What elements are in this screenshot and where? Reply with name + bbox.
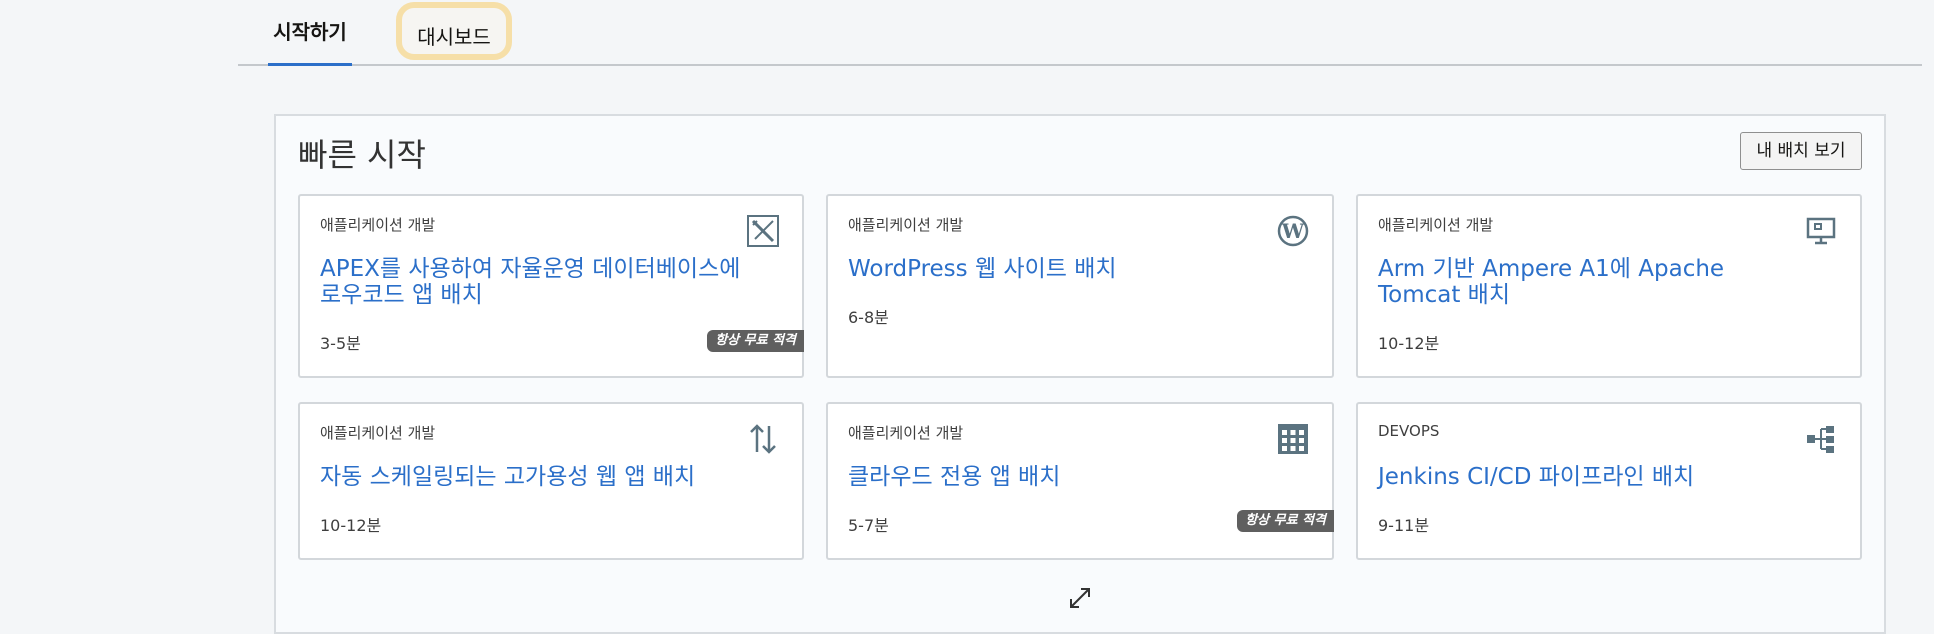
- card-title[interactable]: WordPress 웹 사이트 배치: [848, 256, 1278, 282]
- card-duration: 6-8분: [848, 308, 889, 327]
- card-category: 애플리케이션 개발: [848, 216, 964, 234]
- pipeline-icon: [1807, 426, 1834, 453]
- card-title[interactable]: 자동 스케일링되는 고가용성 웹 앱 배치: [320, 464, 750, 490]
- card-title[interactable]: Arm 기반 Ampere A1에 Apache Tomcat 배치: [1378, 256, 1808, 308]
- svg-text:W: W: [1281, 219, 1305, 243]
- card-duration: 9-11분: [1378, 516, 1430, 535]
- card-title[interactable]: Jenkins CI/CD 파이프라인 배치: [1378, 464, 1808, 490]
- wordpress-icon: W: [1277, 215, 1309, 247]
- quick-start-card-jenkins[interactable]: DEVOPS Jenkins CI/CD 파이프라인 배치 9-11분: [1356, 402, 1862, 560]
- quick-start-card-apex[interactable]: 애플리케이션 개발 APEX를 사용하여 자율운영 데이터베이스에 로우코드 앱…: [298, 194, 804, 378]
- expand-icon[interactable]: [1065, 583, 1095, 613]
- grid-icon: [1278, 424, 1308, 454]
- quick-start-card-cloud-native[interactable]: 애플리케이션 개발 클라우드 전용 앱 배치 5-7분 항상 무료 적격: [826, 402, 1334, 560]
- view-my-deployments-button[interactable]: 내 배치 보기: [1740, 132, 1862, 170]
- card-duration: 3-5분: [320, 334, 361, 353]
- tab-getting-started[interactable]: 시작하기: [260, 0, 360, 66]
- card-category: 애플리케이션 개발: [848, 424, 964, 442]
- card-title[interactable]: APEX를 사용하여 자율운영 데이터베이스에 로우코드 앱 배치: [320, 256, 750, 308]
- card-duration: 5-7분: [848, 516, 889, 535]
- card-category: 애플리케이션 개발: [1378, 216, 1494, 234]
- always-free-badge: 항상 무료 적격: [1237, 510, 1334, 532]
- card-duration: 10-12분: [320, 516, 382, 535]
- arrows-up-down-icon: [750, 424, 776, 454]
- tab-bar: 시작하기 대시보드: [238, 0, 1922, 66]
- apex-tools-icon: [747, 215, 779, 247]
- quick-start-card-autoscaling[interactable]: 애플리케이션 개발 자동 스케일링되는 고가용성 웹 앱 배치 10-12분: [298, 402, 804, 560]
- monitor-icon: [1806, 217, 1836, 245]
- quick-start-card-wordpress[interactable]: 애플리케이션 개발 W WordPress 웹 사이트 배치 6-8분: [826, 194, 1334, 378]
- card-category: DEVOPS: [1378, 422, 1440, 440]
- card-duration: 10-12분: [1378, 334, 1440, 353]
- quick-start-title: 빠른 시작: [298, 136, 426, 174]
- card-category: 애플리케이션 개발: [320, 216, 436, 234]
- always-free-badge: 항상 무료 적격: [707, 330, 804, 352]
- tab-dashboard[interactable]: 대시보드: [396, 2, 512, 60]
- quick-start-card-tomcat[interactable]: 애플리케이션 개발 Arm 기반 Ampere A1에 Apache Tomca…: [1356, 194, 1862, 378]
- card-category: 애플리케이션 개발: [320, 424, 436, 442]
- card-title[interactable]: 클라우드 전용 앱 배치: [848, 464, 1278, 490]
